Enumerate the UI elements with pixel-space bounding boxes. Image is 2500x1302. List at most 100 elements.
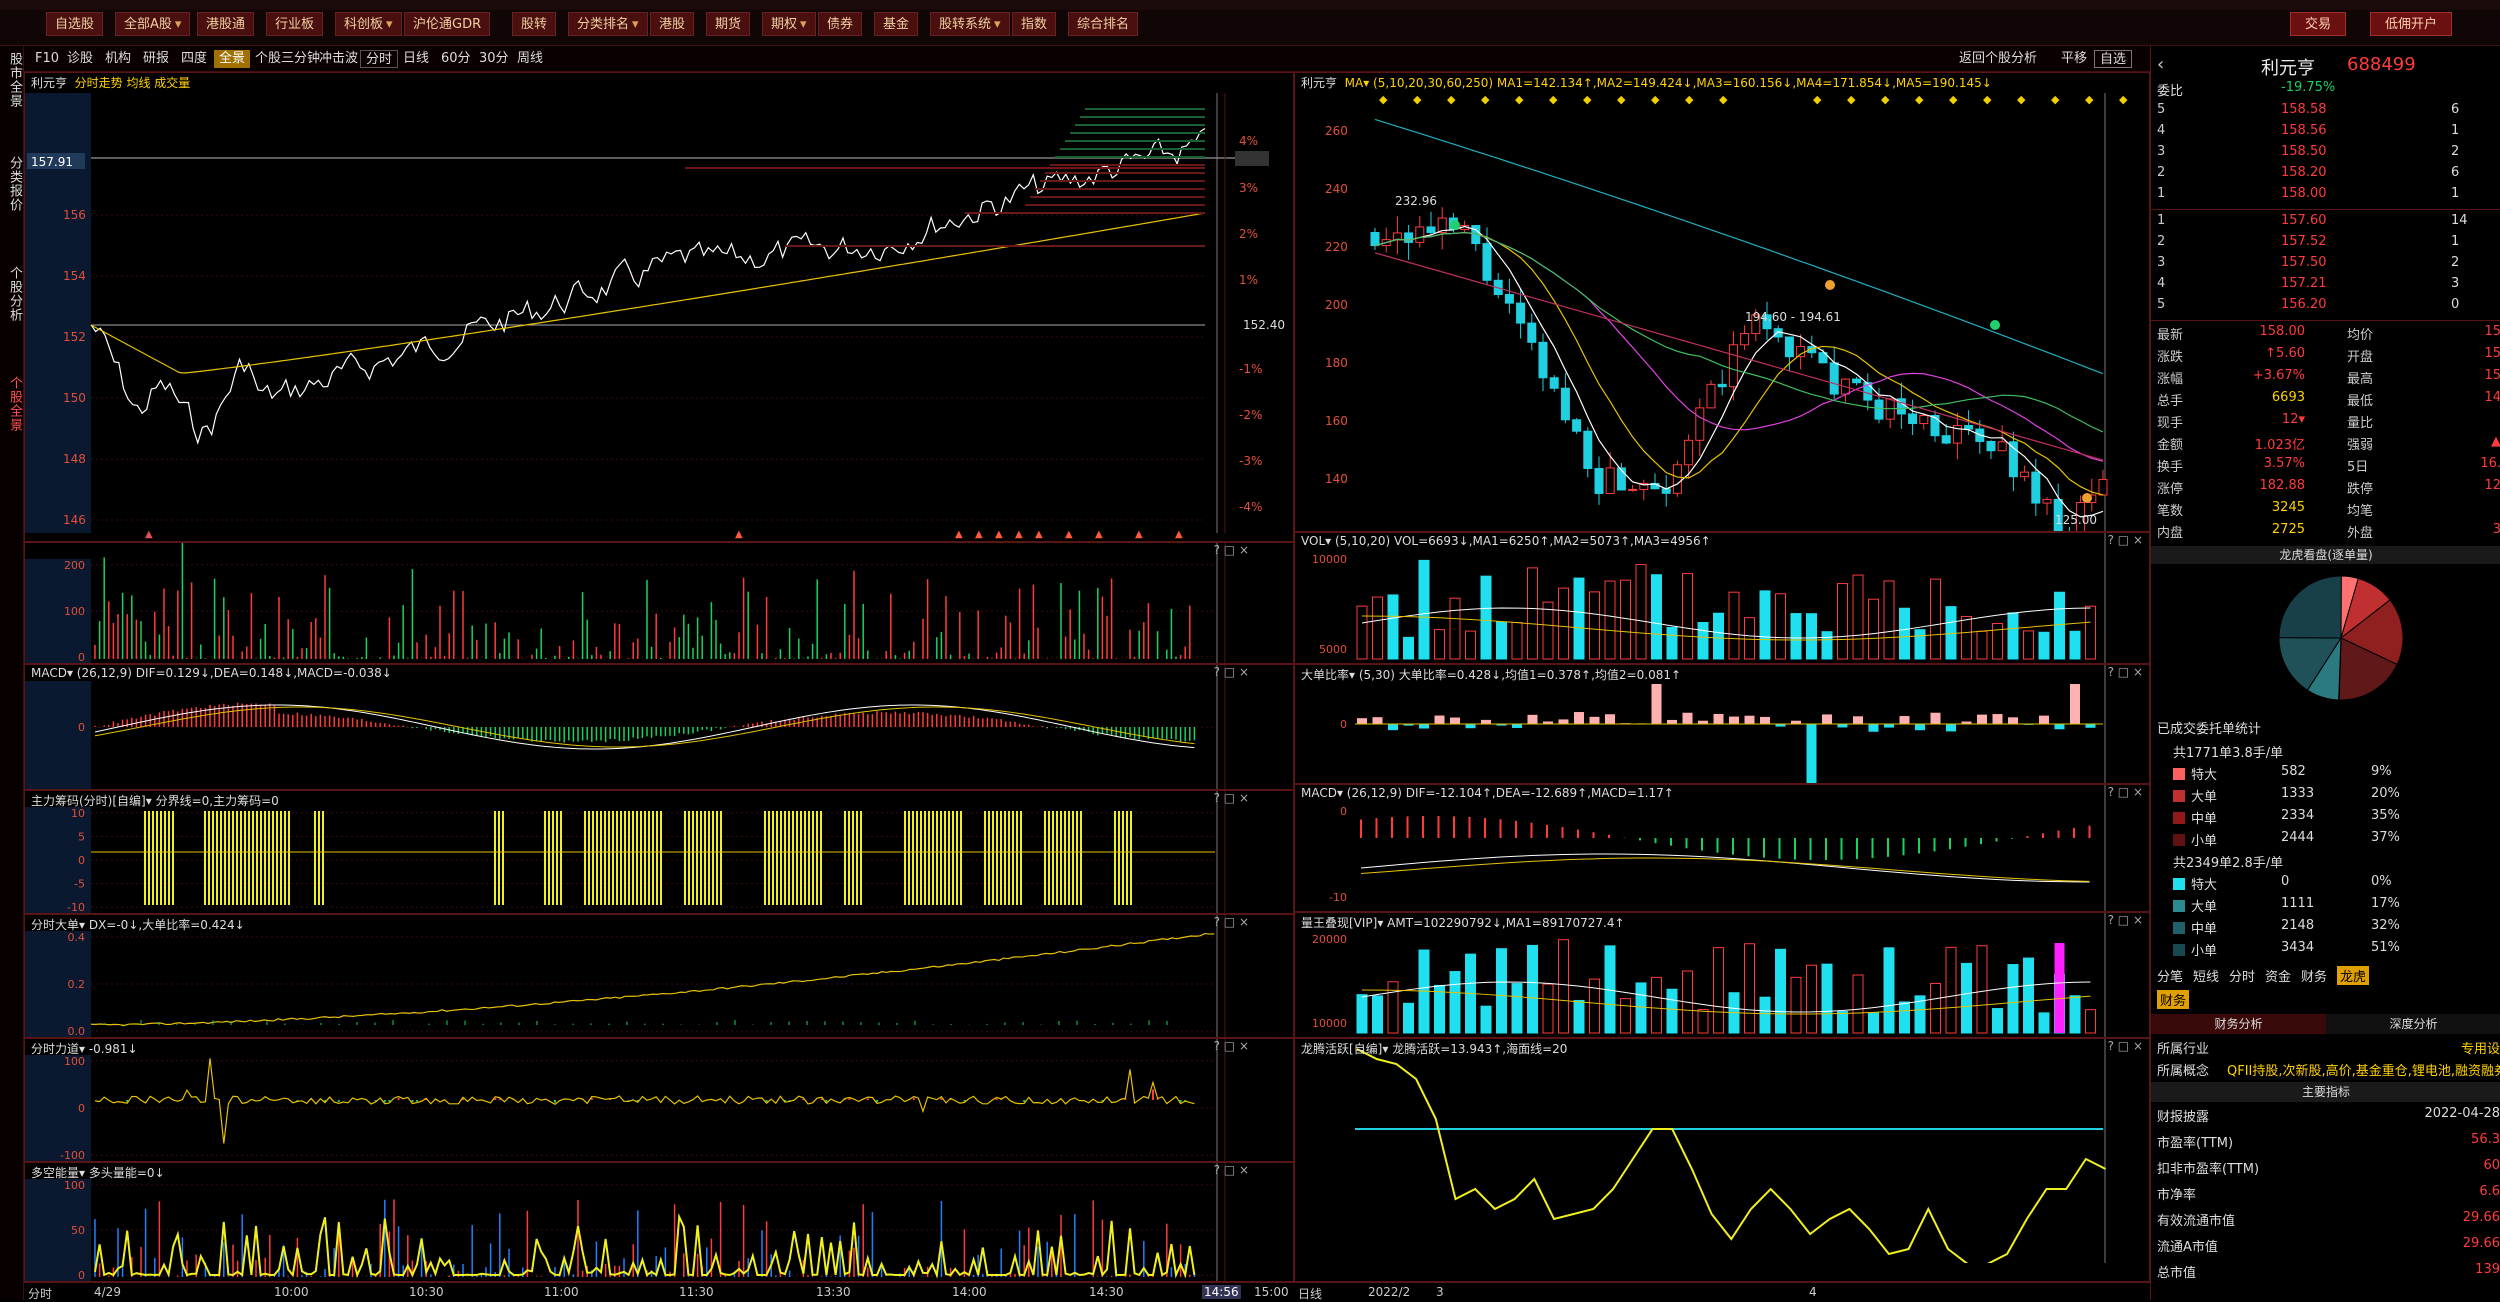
subpanel-big: 分时大单▾ DX=-0↓,大单比率=0.424↓? □ × 0.4 0.2 0.0 bbox=[24, 914, 1294, 1038]
y-tick: 200 bbox=[64, 559, 85, 572]
kline-subpanel-chart[interactable]: 20000 10000 bbox=[1295, 913, 2149, 1037]
watchlist-dropdown[interactable]: 自选 bbox=[2094, 50, 2133, 68]
subpanel-chart[interactable]: 0.40.20.0 bbox=[25, 915, 1293, 1037]
ask-volume: 1 bbox=[2451, 186, 2460, 201]
volume-bar bbox=[1651, 976, 1662, 1034]
subpanel-chart[interactable]: 1050-5-10 bbox=[25, 791, 1293, 913]
panel-controls-icon[interactable]: ? □ × bbox=[2108, 533, 2143, 547]
deep-analysis-tab[interactable]: 深度分析 bbox=[2326, 1014, 2500, 1034]
kline-subpanel-title: 大单比率▾ (5,30) 大单比率=0.428↓,均值1=0.378↑,均值2=… bbox=[1301, 668, 1682, 682]
toolbar-button-10[interactable]: 期权 bbox=[762, 12, 816, 36]
toolbar-button-3[interactable]: 行业板 bbox=[266, 12, 324, 36]
toolbar-button-8[interactable]: 港股 bbox=[650, 12, 695, 36]
toolbar-button-9[interactable]: 期货 bbox=[706, 12, 751, 36]
kline-subpanel-kqn: 量王叠现[VIP]▾ AMT=102290792↓,MA1=89170727.4… bbox=[1294, 912, 2150, 1038]
institution-button[interactable]: 机构 bbox=[100, 50, 136, 68]
toolbar-button-0[interactable]: 自选股 bbox=[46, 12, 104, 36]
panel-controls-icon[interactable]: ? □ × bbox=[2108, 785, 2143, 799]
ratio-bar bbox=[1713, 713, 1724, 724]
period-weekly[interactable]: 周线 bbox=[512, 50, 548, 68]
subpanel-vol: ? □ × 200 100 0 bbox=[24, 542, 1294, 664]
volume-bar bbox=[1449, 971, 1461, 1034]
panel-controls-icon[interactable]: ? □ × bbox=[2108, 1039, 2143, 1053]
ratio-bar bbox=[1992, 714, 2003, 724]
ob-tab-5[interactable]: 龙虎 bbox=[2337, 966, 2370, 985]
panel-controls-icon[interactable]: ? □ × bbox=[1214, 665, 1249, 679]
tab-stock-panorama[interactable]: 个股全景 bbox=[2, 376, 22, 432]
impact-wave-button[interactable]: 冲击波 bbox=[314, 50, 363, 68]
volume-bar bbox=[1635, 564, 1647, 660]
panel-controls-icon[interactable]: ? □ × bbox=[1214, 791, 1249, 805]
subpanel-chart[interactable]: 0 bbox=[25, 665, 1293, 789]
subpanel-title: 分时力道▾ -0.981↓ bbox=[31, 1042, 138, 1056]
panel-controls-icon[interactable]: ? □ × bbox=[2108, 665, 2143, 679]
ob-tab-3[interactable]: 资金 bbox=[2265, 966, 2291, 985]
kline-subpanel-chart[interactable]: 0 -10 bbox=[1295, 785, 2149, 911]
period-30min[interactable]: 30分 bbox=[474, 50, 514, 68]
ob-tab-2[interactable]: 分时 bbox=[2229, 966, 2255, 985]
panel-controls-icon[interactable]: ? □ × bbox=[1214, 915, 1249, 929]
signal-marker: ▲ bbox=[1065, 529, 1073, 540]
candle-body bbox=[1426, 226, 1436, 234]
back-arrow-icon[interactable]: ‹ bbox=[2157, 54, 2164, 75]
diagnose-button[interactable]: 诊股 bbox=[62, 50, 98, 68]
sell-count: 1111 bbox=[2281, 896, 2315, 911]
signal-marker: ▲ bbox=[1095, 529, 1103, 540]
stat-value: 6693 bbox=[2271, 390, 2305, 405]
panorama-button[interactable]: 全景 bbox=[214, 50, 251, 68]
kline-subpanel-chart[interactable] bbox=[1295, 1039, 2149, 1263]
research-button[interactable]: 研报 bbox=[138, 50, 174, 68]
subpanel-chart[interactable]: 100500 bbox=[25, 1163, 1293, 1281]
toolbar-button-5[interactable]: 沪伦通GDR bbox=[404, 12, 491, 36]
toolbar-button-4[interactable]: 科创板 bbox=[335, 12, 402, 36]
ask-level: 2 bbox=[2157, 165, 2166, 180]
candle-body bbox=[1583, 430, 1593, 470]
period-daily[interactable]: 日线 bbox=[398, 50, 434, 68]
period-intraday[interactable]: 分时 bbox=[360, 50, 399, 68]
event-diamond: ◆ bbox=[2085, 93, 2094, 106]
volume-bar bbox=[1573, 999, 1585, 1034]
f10-button[interactable]: F10 bbox=[30, 50, 64, 68]
toolbar-button-11[interactable]: 债券 bbox=[818, 12, 863, 36]
margin-account-button[interactable]: 低佣开户 bbox=[2370, 12, 2453, 36]
date-label-2: 3 bbox=[1436, 1285, 1444, 1299]
toolbar-button-7[interactable]: 分类排名 bbox=[568, 12, 648, 36]
four-degree-button[interactable]: 四度 bbox=[176, 50, 212, 68]
stat-row-2: 涨幅 +3.67% 最高 15 bbox=[2151, 368, 2500, 390]
stat-key: 涨跌 bbox=[2157, 350, 2184, 365]
toolbar-button-12[interactable]: 基金 bbox=[874, 12, 919, 36]
ob-tab-4[interactable]: 财务 bbox=[2301, 966, 2327, 985]
kline-price-chart[interactable]: 260 240 220 200 180 160 140 ◆ ◆ ◆ ◆ ◆ ◆ ◆ ◆ ◆ ◆ ◆ ◆ ◆ ◆ ◆ ◆ ◆ ◆ ◆… bbox=[1295, 73, 2149, 531]
toolbar-button-6[interactable]: 股转 bbox=[512, 12, 557, 36]
panel-controls-icon[interactable]: ? □ × bbox=[1214, 1039, 1249, 1053]
ob-tab-1[interactable]: 短线 bbox=[2193, 966, 2219, 985]
y-tick: -100 bbox=[60, 1149, 85, 1161]
tab-stock-analysis[interactable]: 个股分析 bbox=[2, 266, 22, 322]
event-diamond: ◆ bbox=[1481, 93, 1490, 106]
y-tick: 0 bbox=[78, 1102, 85, 1115]
back-to-analysis-button[interactable]: 返回个股分析 bbox=[1954, 50, 2042, 68]
fin-analysis-tab[interactable]: 财务分析 bbox=[2151, 1014, 2326, 1034]
toolbar-button-14[interactable]: 指数 bbox=[1012, 12, 1057, 36]
subpanel-chart[interactable]: 200 100 0 bbox=[25, 543, 1293, 663]
intraday-price-chart[interactable]: 156154152150148146157.914%3.6%3%2%1%-1%-… bbox=[25, 73, 1293, 541]
toolbar-button-15[interactable]: 综合排名 bbox=[1068, 12, 1139, 36]
tab-market-overview[interactable]: 股市全景 bbox=[2, 52, 22, 108]
trade-button[interactable]: 交易 bbox=[2290, 12, 2347, 36]
fin-tab[interactable]: 财务 bbox=[2157, 990, 2190, 1009]
volume-bar bbox=[1790, 976, 1802, 1034]
toolbar-button-13[interactable]: 股转系统 bbox=[930, 12, 1010, 36]
panel-controls-icon[interactable]: ? □ × bbox=[1214, 1163, 1249, 1177]
subpanel-chart[interactable]: 1000-100 bbox=[25, 1039, 1293, 1161]
kline-subpanel-chart[interactable]: 10000 5000 bbox=[1295, 533, 2149, 663]
ob-tab-0[interactable]: 分笔 bbox=[2157, 966, 2183, 985]
panel-controls-icon[interactable]: ? □ × bbox=[1214, 543, 1249, 557]
period-60min[interactable]: 60分 bbox=[436, 50, 476, 68]
subpanel-force: 分时力道▾ -0.981↓? □ × 100 0 -100 bbox=[24, 1038, 1294, 1162]
toolbar-button-1[interactable]: 全部A股 bbox=[115, 12, 191, 36]
tab-category-quote[interactable]: 分类报价 bbox=[2, 156, 22, 212]
panel-controls-icon[interactable]: ? □ × bbox=[2108, 913, 2143, 927]
toolbar-button-2[interactable]: 港股通 bbox=[197, 12, 255, 36]
pan-button[interactable]: 平移 bbox=[2056, 50, 2092, 68]
volume-bar bbox=[1728, 591, 1740, 660]
